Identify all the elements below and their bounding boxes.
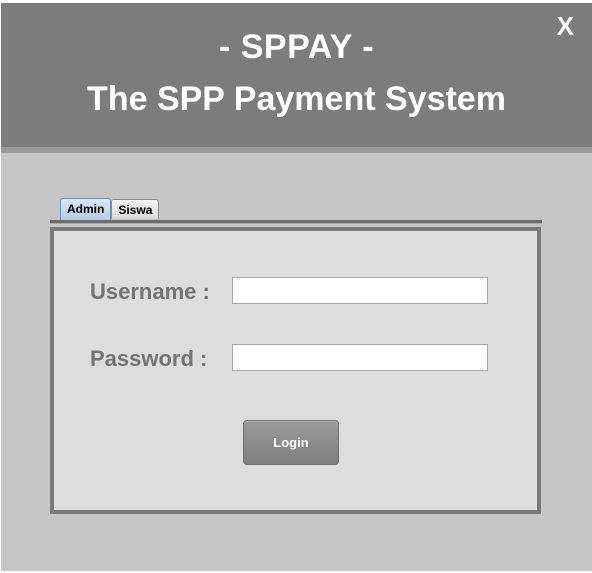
login-button[interactable]: Login: [243, 420, 339, 465]
username-input[interactable]: [232, 277, 488, 304]
username-label: Username :: [90, 279, 210, 304]
tab-divider: [50, 220, 542, 224]
app-subtitle: The SPP Payment System: [87, 80, 506, 118]
tab-siswa[interactable]: Siswa: [111, 199, 160, 219]
header-banner: - SPPAY - The SPP Payment System X: [1, 3, 592, 147]
app-title: - SPPAY -: [218, 28, 375, 66]
tab-admin[interactable]: Admin: [60, 198, 112, 220]
password-input[interactable]: [232, 344, 488, 371]
close-button[interactable]: X: [557, 11, 574, 42]
login-panel: Username : Password : Login: [50, 227, 541, 514]
password-label: Password :: [90, 346, 208, 371]
header-divider: [1, 147, 592, 153]
login-window: - SPPAY - The SPP Payment System X Admin…: [1, 3, 592, 571]
tab-bar: Admin Siswa: [60, 198, 160, 222]
